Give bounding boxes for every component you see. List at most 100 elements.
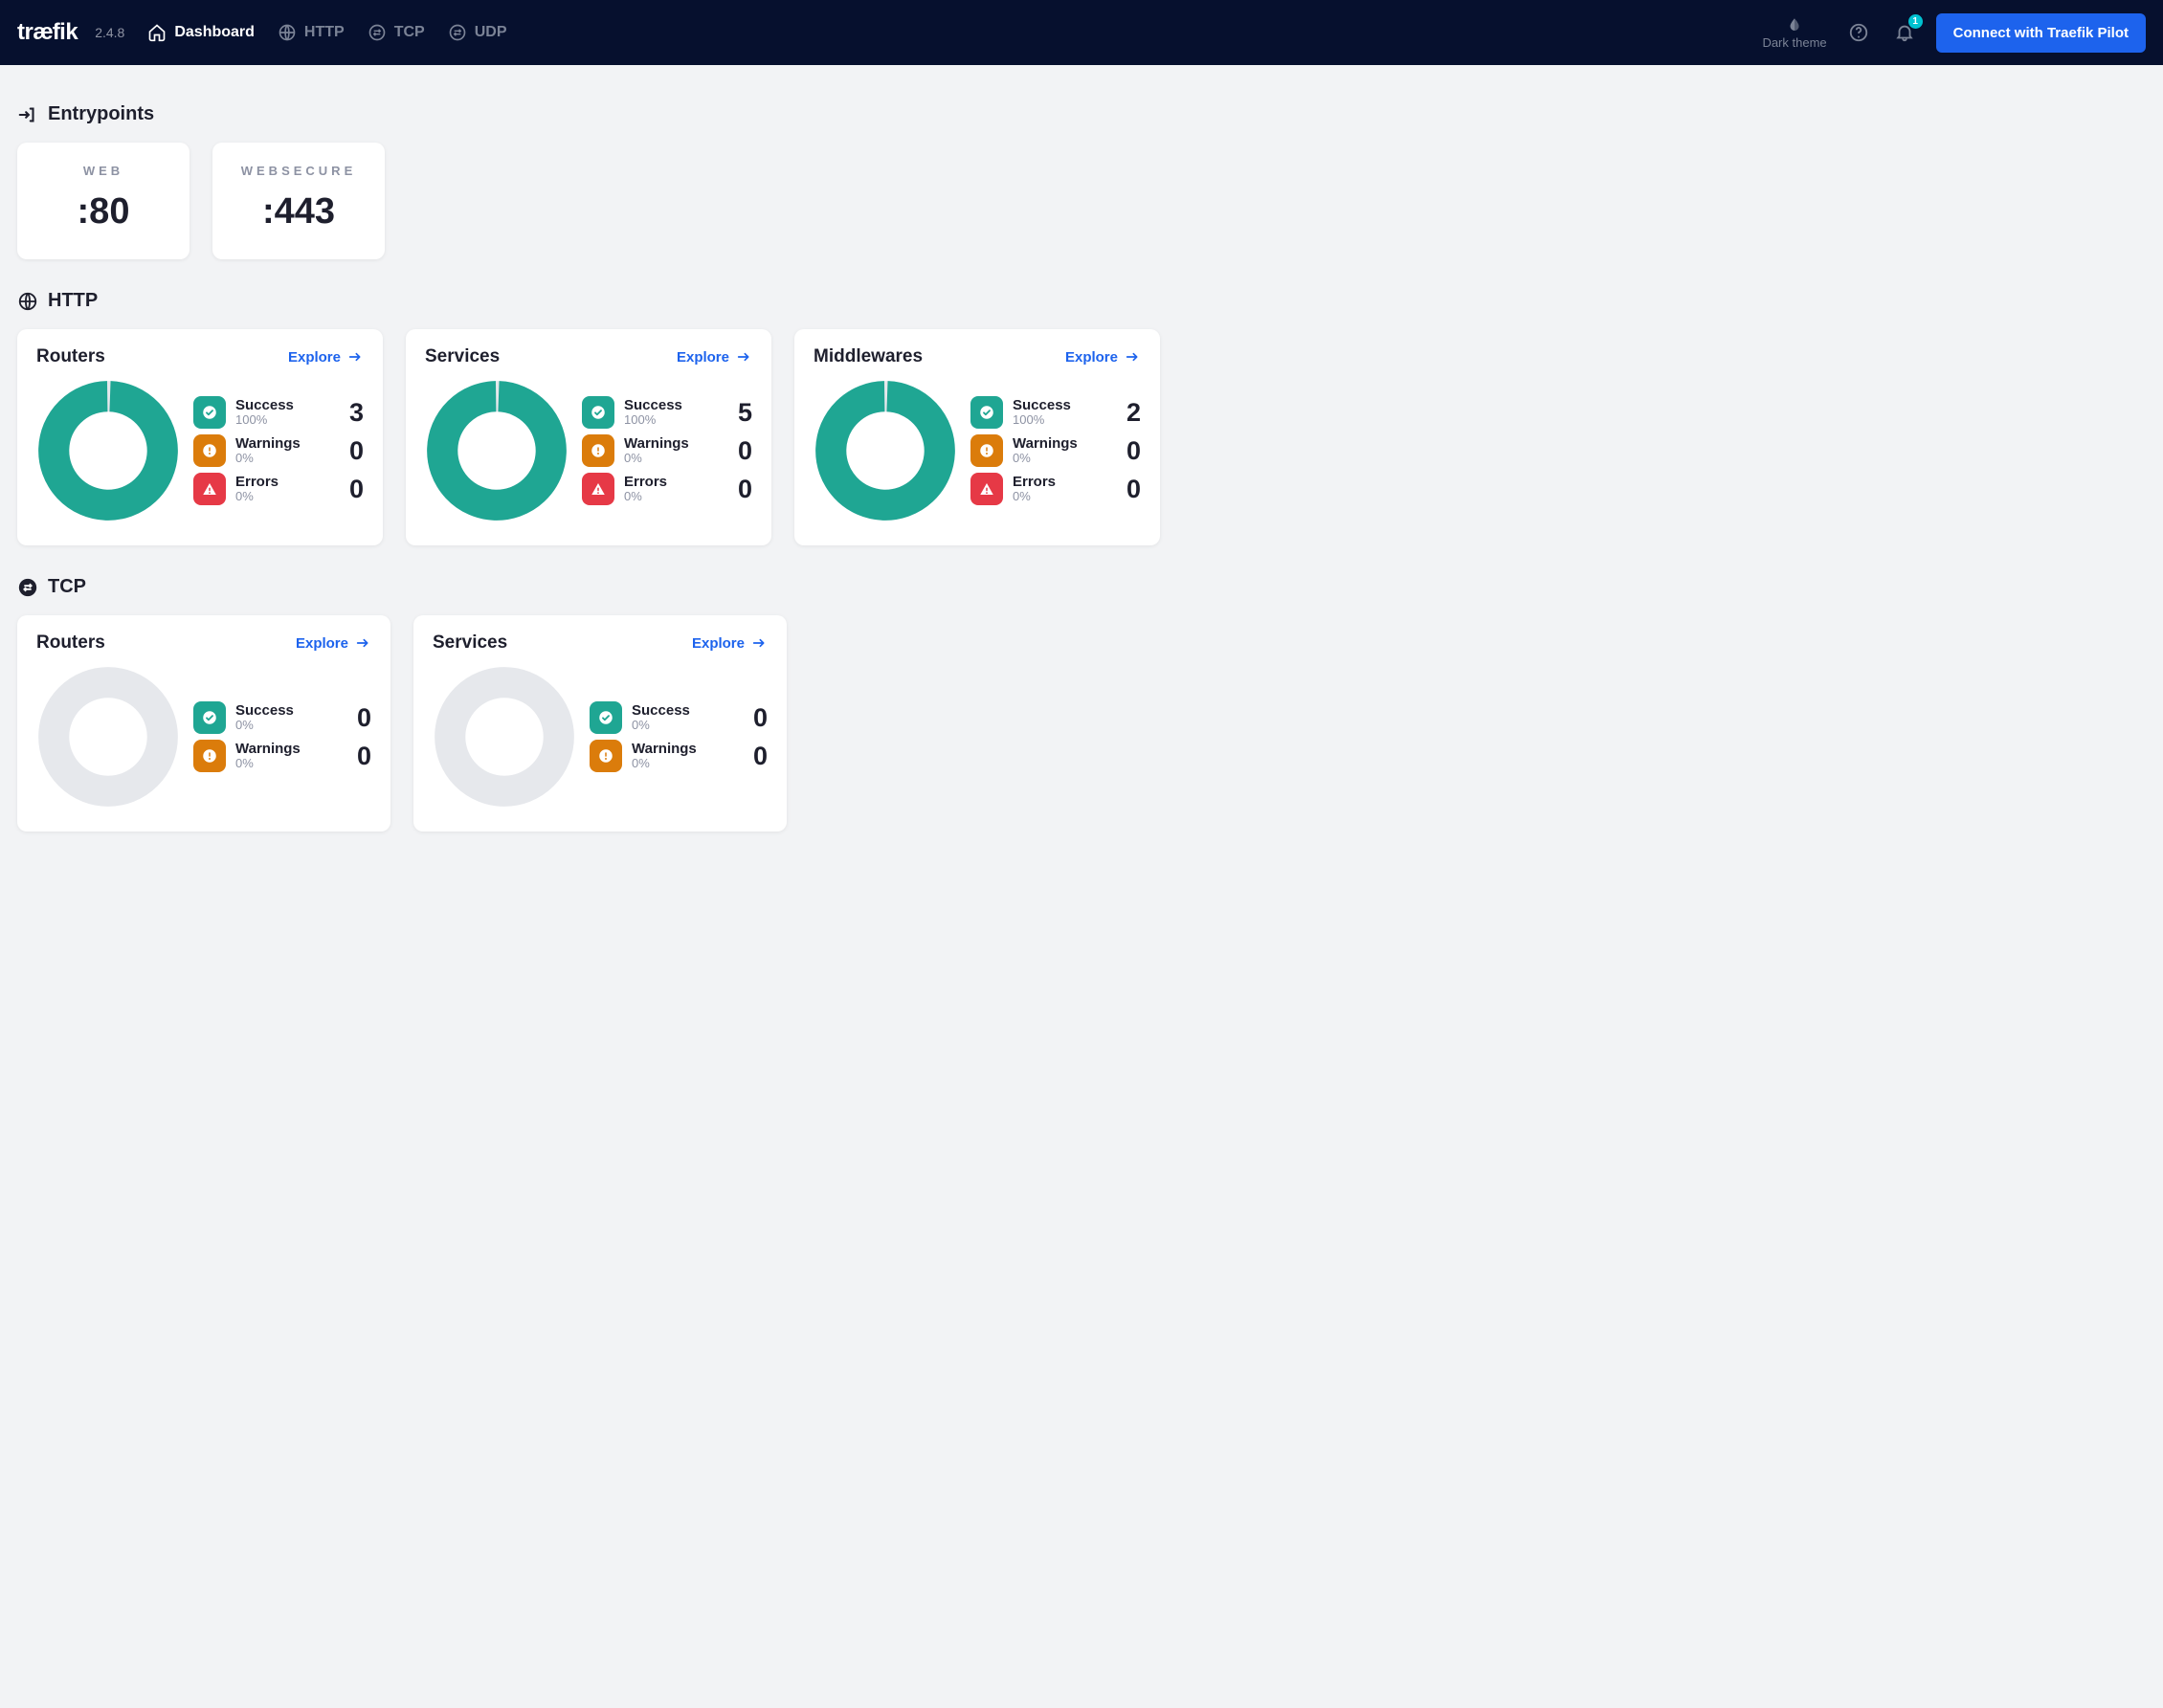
stat-label: Errors [1013,474,1106,490]
donut-chart [36,379,180,522]
stat-count: 0 [727,436,752,466]
donut-chart [36,665,180,809]
check-icon [590,701,622,734]
stat-count: 0 [743,703,768,733]
warning-icon [193,434,226,467]
card-title: Routers [36,632,105,654]
stat-success-row: Success0% 0 [590,701,768,734]
dashboard-main: Entrypoints WEB :80 WEBSECURE :443 HTTP … [0,65,1177,870]
stat-pct: 0% [624,452,718,466]
explore-link[interactable]: Explore [296,635,371,652]
stat-label: Success [1013,397,1106,413]
tcp-heading: TCP [17,576,1160,598]
stat-label: Success [632,702,733,719]
explore-link[interactable]: Explore [288,349,364,366]
stat-pct: 0% [235,757,337,771]
tcp-routers-card: Routers Explore Success0% 0 [17,615,390,832]
explore-link[interactable]: Explore [677,349,752,366]
home-icon [147,23,167,42]
donut-chart [814,379,957,522]
warning-icon [193,740,226,772]
stat-count: 0 [339,475,364,504]
stat-success-row: Success100% 2 [970,396,1141,429]
version-label: 2.4.8 [95,25,124,40]
explore-link[interactable]: Explore [1065,349,1141,366]
stat-label: Success [235,397,329,413]
tcp-cards-row: Routers Explore Success0% 0 [17,615,1160,832]
nav-dashboard-label: Dashboard [174,24,255,41]
tcp-services-card: Services Explore Success0% 0 [413,615,787,832]
stat-pct: 0% [1013,452,1106,466]
drop-icon [1786,16,1803,33]
check-icon [193,701,226,734]
stat-errors-row: Errors0% 0 [193,473,364,505]
stat-errors-row: Errors0% 0 [582,473,752,505]
stat-label: Warnings [632,741,733,757]
explore-label: Explore [692,635,745,652]
stat-success-row: Success100% 5 [582,396,752,429]
stat-label: Errors [235,474,329,490]
check-icon [193,396,226,429]
theme-toggle-label: Dark theme [1762,35,1826,50]
stat-pct: 0% [235,719,337,733]
arrow-right-icon [354,635,371,651]
stat-count: 3 [339,398,364,428]
entrypoints-row: WEB :80 WEBSECURE :443 [17,143,1160,259]
stat-label: Warnings [235,741,337,757]
stat-count: 0 [346,703,371,733]
stat-count: 0 [339,436,364,466]
stat-pct: 0% [624,490,718,504]
stat-count: 5 [727,398,752,428]
help-button[interactable] [1844,18,1873,47]
card-title: Routers [36,346,105,367]
stat-pct: 100% [235,413,329,428]
http-title: HTTP [48,290,98,312]
nav-udp[interactable]: UDP [448,23,507,42]
nav-dashboard[interactable]: Dashboard [147,23,255,42]
stat-warnings-row: Warnings0% 0 [193,434,364,467]
entrypoint-name: WEB [27,164,180,178]
card-title: Services [433,632,507,654]
stat-warnings-row: Warnings0% 0 [970,434,1141,467]
stat-pct: 0% [235,490,329,504]
explore-label: Explore [288,349,341,366]
globe-icon [278,23,297,42]
donut-chart [433,665,576,809]
nav-tcp[interactable]: TCP [368,23,425,42]
stat-count: 0 [743,742,768,771]
check-icon [970,396,1003,429]
theme-toggle[interactable]: Dark theme [1762,16,1826,50]
explore-label: Explore [1065,349,1118,366]
http-middlewares-card: Middlewares Explore Success100% 2 [794,329,1160,545]
arrow-right-icon [346,349,364,365]
nav-udp-label: UDP [475,24,507,41]
stat-pct: 0% [632,719,733,733]
explore-link[interactable]: Explore [692,635,768,652]
stat-label: Warnings [235,435,329,452]
error-icon [582,473,614,505]
stat-count: 0 [1116,475,1141,504]
stat-pct: 100% [624,413,718,428]
error-icon [970,473,1003,505]
entrypoint-card-websecure[interactable]: WEBSECURE :443 [212,143,385,259]
stat-pct: 0% [1013,490,1106,504]
nav-http-label: HTTP [304,24,345,41]
stat-label: Success [235,702,337,719]
stat-count: 0 [727,475,752,504]
card-title: Services [425,346,500,367]
http-heading: HTTP [17,290,1160,312]
entrypoint-card-web[interactable]: WEB :80 [17,143,190,259]
stat-count: 0 [346,742,371,771]
arrow-right-icon [735,349,752,365]
connect-pilot-button[interactable]: Connect with Traefik Pilot [1936,13,2146,53]
stat-label: Success [624,397,718,413]
nav-http[interactable]: HTTP [278,23,345,42]
traefik-logo: træfik [17,19,78,46]
notifications-badge: 1 [1908,14,1923,29]
tcp-icon [17,577,38,598]
stat-success-row: Success0% 0 [193,701,371,734]
notifications-button[interactable]: 1 [1890,18,1919,47]
entrypoints-title: Entrypoints [48,103,154,125]
stat-success-row: Success100% 3 [193,396,364,429]
arrow-right-icon [1124,349,1141,365]
